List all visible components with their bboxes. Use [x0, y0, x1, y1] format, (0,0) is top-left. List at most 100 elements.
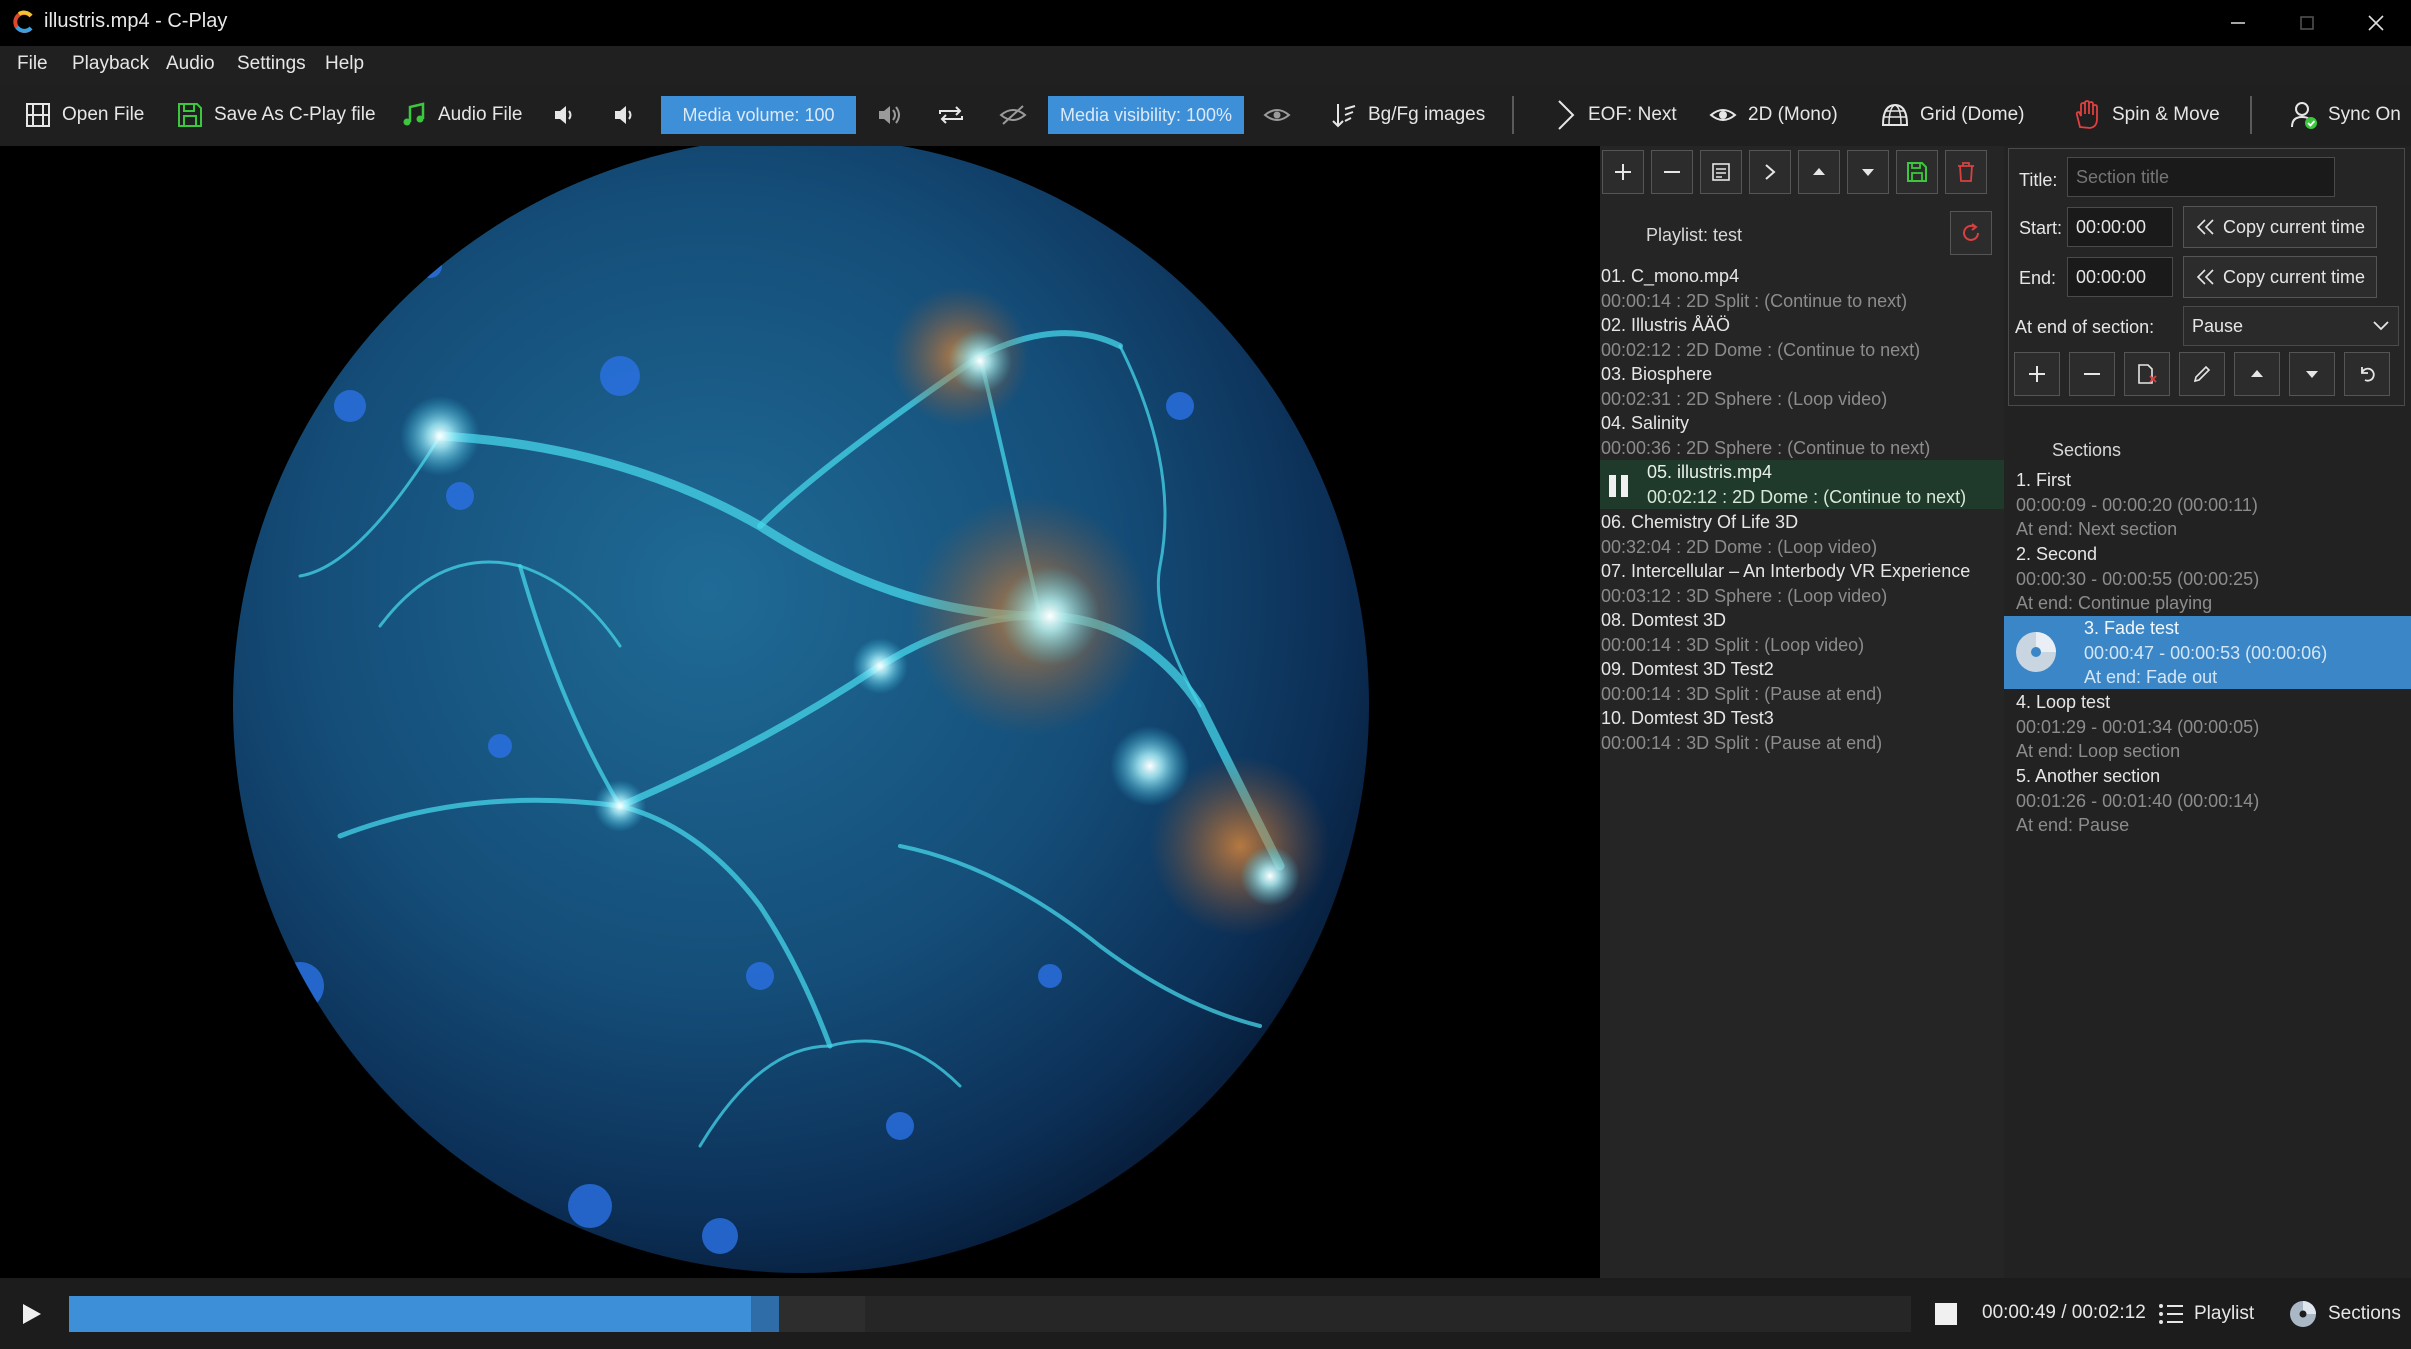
film-icon: [26, 103, 50, 127]
section-move-up-button[interactable]: [2234, 352, 2280, 396]
copy-end-time-button[interactable]: Copy current time: [2183, 256, 2377, 298]
playlist-item[interactable]: 07. Intercellular – An Interbody VR Expe…: [1600, 559, 2004, 608]
triangle-up-icon: [1813, 168, 1825, 175]
menu-help[interactable]: Help: [325, 53, 364, 75]
chevron-right-icon: [1765, 164, 1776, 180]
playlist-delete-button[interactable]: [1945, 150, 1987, 194]
disc-icon: [2290, 1300, 2316, 1327]
section-item[interactable]: 1. First 00:00:09 - 00:00:20 (00:00:11) …: [2004, 468, 2411, 541]
loop-button[interactable]: [936, 84, 976, 146]
playlist-save-button[interactable]: [1896, 150, 1938, 194]
save-as-label: Save As C-Play file: [214, 104, 376, 125]
open-file-button[interactable]: Open File: [24, 84, 144, 146]
playlist-item[interactable]: 02. Illustris ÅÄÖ 00:02:12 : 2D Dome : (…: [1600, 313, 2004, 362]
playlist-item[interactable]: 08. Domtest 3D 00:00:14 : 3D Split : (Lo…: [1600, 608, 2004, 657]
close-window-button[interactable]: [2341, 0, 2410, 46]
sections-toggle-button[interactable]: Sections: [2288, 1278, 2401, 1349]
audio-file-button[interactable]: Audio File: [400, 84, 523, 146]
time-display: 00:00:49 / 00:02:12: [1982, 1302, 2146, 1323]
playlist-item-name: 04. Salinity: [1601, 413, 1690, 433]
sections-title: Sections: [2052, 440, 2122, 460]
playlist-item-name: 08. Domtest 3D: [1601, 610, 1727, 630]
playlist-panel: Playlist: test 01. C_mono.mp4 00:00:14 :…: [1600, 146, 2004, 1278]
triangle-down-icon: [1862, 169, 1874, 176]
maximize-button[interactable]: [2272, 0, 2341, 46]
section-move-down-button[interactable]: [2289, 352, 2335, 396]
volume-button[interactable]: [876, 84, 916, 146]
spin-move-label: Spin & Move: [2112, 104, 2220, 125]
menu-playback[interactable]: Playback: [72, 53, 149, 75]
chevron-right-icon: [1558, 100, 1575, 130]
playlist-item[interactable]: 01. C_mono.mp4 00:00:14 : 2D Split : (Co…: [1600, 264, 2004, 313]
menu-audio[interactable]: Audio: [166, 53, 215, 75]
playlist-move-up-button[interactable]: [1798, 150, 1840, 194]
playlist-item-meta: 00:00:14 : 3D Split : (Pause at end): [1601, 733, 1883, 753]
plus-icon: [1615, 164, 1631, 180]
playlist-item[interactable]: 06. Chemistry Of Life 3D 00:32:04 : 2D D…: [1600, 510, 2004, 559]
section-undo-button[interactable]: [2344, 352, 2390, 396]
section-title-input[interactable]: [2067, 157, 2335, 197]
stereo-mode-button[interactable]: 2D (Mono): [1708, 84, 1838, 146]
copy-start-time-button[interactable]: Copy current time: [2183, 206, 2377, 248]
playlist-next-button[interactable]: [1749, 150, 1791, 194]
section-item[interactable]: 2. Second 00:00:30 - 00:00:55 (00:00:25)…: [2004, 542, 2411, 615]
playlist-properties-button[interactable]: [1700, 150, 1742, 194]
spin-move-button[interactable]: Spin & Move: [2072, 84, 2220, 146]
volume-down-button[interactable]: [552, 84, 588, 146]
section-item[interactable]: 5. Another section 00:01:26 - 00:01:40 (…: [2004, 764, 2411, 837]
section-clear-button[interactable]: [2124, 352, 2170, 396]
speaker-icon: [879, 106, 900, 124]
media-visibility-slider[interactable]: Media visibility: 100%: [1048, 96, 1244, 134]
section-item-active[interactable]: 3. Fade test 00:00:47 - 00:00:53 (00:00:…: [2004, 616, 2411, 689]
save-as-button[interactable]: Save As C-Play file: [176, 84, 376, 146]
user-sync-icon: [2291, 102, 2317, 129]
sync-button[interactable]: Sync On: [2290, 84, 2401, 146]
playlist-item-meta: 00:03:12 : 3D Sphere : (Loop video): [1601, 586, 1888, 606]
playlist-item-name: 02. Illustris ÅÄÖ: [1601, 315, 1731, 335]
playlist-item[interactable]: 03. Biosphere 00:02:31 : 2D Sphere : (Lo…: [1600, 362, 2004, 411]
close-icon: [2367, 15, 2384, 31]
playlist-refresh-button[interactable]: [1950, 211, 1992, 255]
eye-off-icon: [999, 105, 1027, 125]
minimize-button[interactable]: [2203, 0, 2272, 46]
at-end-value: Pause: [2192, 315, 2244, 336]
seek-bar[interactable]: [69, 1296, 1911, 1332]
copy-time-label: Copy current time: [2222, 216, 2366, 237]
bgfg-images-button[interactable]: Bg/Fg images: [1328, 84, 1485, 146]
playlist-item-active[interactable]: 05. illustris.mp4 00:02:12 : 2D Dome : (…: [1600, 460, 2004, 509]
section-add-button[interactable]: [2014, 352, 2060, 396]
file-remove-icon: [2138, 364, 2157, 384]
section-end-action: At end: Pause: [2016, 815, 2130, 835]
playlist-toggle-button[interactable]: Playlist: [2158, 1278, 2254, 1349]
visibility-button[interactable]: [1262, 84, 1302, 146]
playlist-remove-button[interactable]: [1651, 150, 1693, 194]
at-end-select[interactable]: Pause: [2183, 306, 2399, 346]
playlist-add-button[interactable]: [1602, 150, 1644, 194]
seek-handle[interactable]: [751, 1296, 779, 1332]
play-button[interactable]: [18, 1278, 54, 1349]
visibility-toggle-button[interactable]: [998, 84, 1038, 146]
grid-mode-button[interactable]: Grid (Dome): [1880, 84, 2025, 146]
trash-icon: [1958, 162, 1974, 182]
playlist-item-meta: 00:02:12 : 2D Dome : (Continue to next): [1601, 340, 1921, 360]
start-time-input[interactable]: 00:00:00: [2067, 207, 2173, 247]
menu-settings[interactable]: Settings: [237, 53, 306, 75]
playlist-item[interactable]: 04. Salinity 00:00:36 : 2D Sphere : (Con…: [1600, 411, 2004, 460]
playlist-item[interactable]: 10. Domtest 3D Test3 00:00:14 : 3D Split…: [1600, 706, 2004, 755]
volume-up-button[interactable]: [612, 84, 648, 146]
end-time-input[interactable]: 00:00:00: [2067, 257, 2173, 297]
eof-button[interactable]: EOF: Next: [1554, 84, 1677, 146]
playlist-item[interactable]: 09. Domtest 3D Test2 00:00:14 : 3D Split…: [1600, 657, 2004, 706]
menu-file[interactable]: File: [17, 53, 48, 75]
section-item[interactable]: 4. Loop test 00:01:29 - 00:01:34 (00:00:…: [2004, 690, 2411, 763]
video-viewport[interactable]: [0, 146, 1600, 1278]
section-remove-button[interactable]: [2069, 352, 2115, 396]
section-edit-button[interactable]: [2179, 352, 2225, 396]
playlist-move-down-button[interactable]: [1847, 150, 1889, 194]
media-volume-slider[interactable]: Media volume: 100: [661, 96, 856, 134]
playlist-toggle-label: Playlist: [2194, 1302, 2255, 1324]
section-name: 4. Loop test: [2016, 692, 2111, 712]
hand-icon: [2075, 100, 2098, 129]
playlist-item-meta: 00:32:04 : 2D Dome : (Loop video): [1601, 537, 1878, 557]
stop-button[interactable]: [1934, 1278, 1968, 1349]
